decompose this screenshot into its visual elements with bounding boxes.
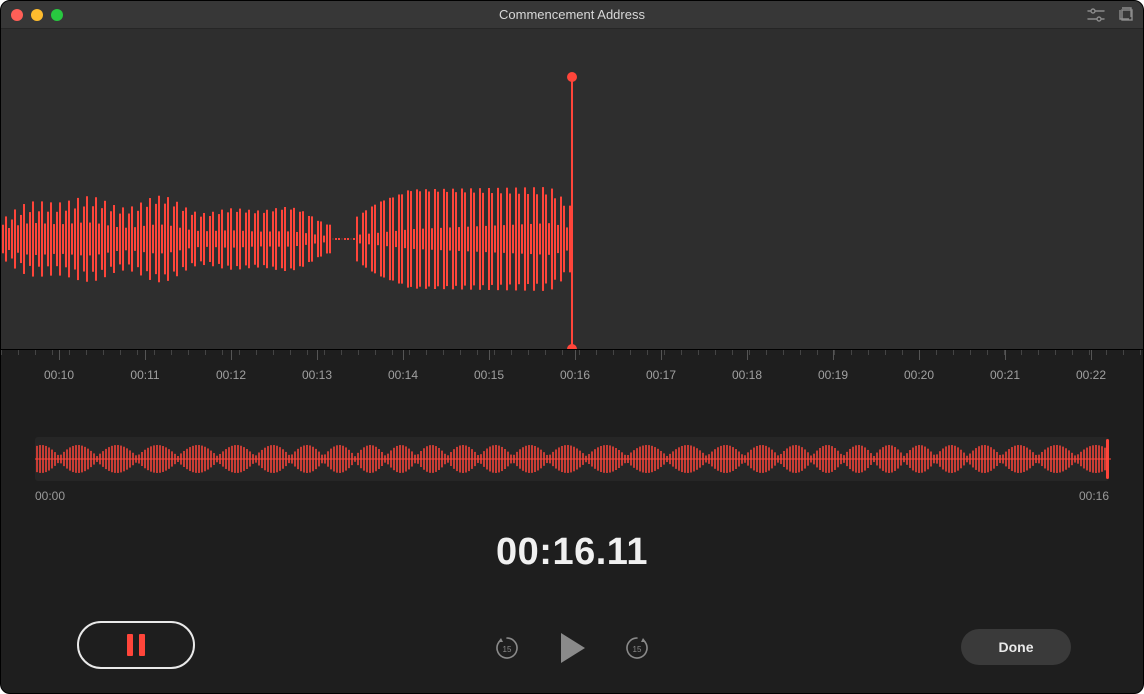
minimize-button[interactable] — [31, 9, 43, 21]
skip-forward-15-button[interactable]: 15 — [623, 634, 651, 662]
done-button[interactable]: Done — [961, 629, 1071, 665]
zoom-button[interactable] — [51, 9, 63, 21]
current-time: 00:16.11 — [1, 531, 1143, 574]
waveform-overview[interactable] — [35, 437, 1109, 481]
waveform-main[interactable] — [1, 29, 1143, 349]
skip-back-amount: 15 — [503, 645, 512, 654]
trim-icon[interactable] — [1119, 7, 1135, 23]
ruler-label: 00:20 — [904, 368, 934, 382]
ruler-label: 00:10 — [44, 368, 74, 382]
done-label: Done — [999, 639, 1034, 655]
ruler-label: 00:12 — [216, 368, 246, 382]
overview-end-time: 00:16 — [1079, 489, 1109, 503]
titlebar: Commencement Address — [1, 1, 1143, 29]
ruler-label: 00:11 — [130, 368, 159, 382]
ruler-label: 00:21 — [990, 368, 1020, 382]
ruler-label: 00:13 — [302, 368, 332, 382]
ruler-label: 00:14 — [388, 368, 418, 382]
close-button[interactable] — [11, 9, 23, 21]
ruler-label: 00:15 — [474, 368, 504, 382]
window-controls — [11, 9, 63, 21]
voice-memos-edit-window: Commencement Address 00:1000:1100:1200:1… — [0, 0, 1144, 694]
playhead[interactable] — [571, 77, 573, 349]
ruler-label: 00:16 — [560, 368, 590, 382]
overview-playhead[interactable] — [1106, 439, 1109, 479]
skip-fwd-amount: 15 — [633, 645, 642, 654]
ruler-label: 00:18 — [732, 368, 762, 382]
play-button[interactable] — [557, 631, 587, 665]
timeline-ruler[interactable]: 00:10 00:11 00:12 00:13 00:14 00:15 00:16 00:17… — [1, 349, 1143, 401]
skip-back-15-button[interactable]: 15 — [493, 634, 521, 662]
settings-icon[interactable] — [1087, 8, 1105, 22]
ruler-label: 00:19 — [818, 368, 848, 382]
ruler-label: 00:22 — [1076, 368, 1106, 382]
overview-start-time: 00:00 — [35, 489, 65, 503]
controls-bar: 15 15 Done — [1, 617, 1143, 673]
ruler-label: 00:17 — [646, 368, 676, 382]
window-title: Commencement Address — [1, 7, 1143, 22]
